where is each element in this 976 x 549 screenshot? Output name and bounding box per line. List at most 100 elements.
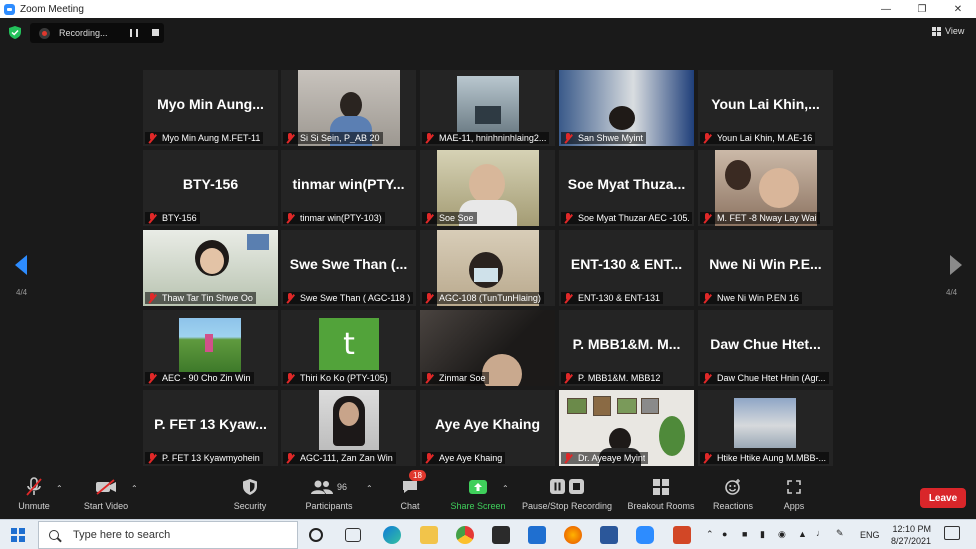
tray-app-icon[interactable]: ■ xyxy=(742,529,747,539)
chrome-browser-icon[interactable] xyxy=(456,526,474,544)
participant-caption: Thaw Tar Tin Shwe Oo xyxy=(145,292,256,304)
language-indicator[interactable]: ENG xyxy=(860,530,880,540)
chat-button[interactable]: 18 Chat xyxy=(397,470,426,511)
muted-mic-icon xyxy=(424,293,434,303)
muted-mic-icon xyxy=(563,373,573,383)
firefox-browser-icon[interactable] xyxy=(564,526,582,544)
security-shield-icon xyxy=(231,476,269,498)
zoom-logo-icon xyxy=(4,3,15,15)
muted-mic-icon xyxy=(147,133,157,143)
windows-start-icon[interactable] xyxy=(11,528,25,542)
word-icon[interactable] xyxy=(600,526,618,544)
apps-button[interactable]: Apps xyxy=(780,476,808,511)
participant-name-label: M. FET -8 Nway Lay Wai xyxy=(717,213,817,223)
taskbar-clock[interactable]: 12:10 PM 8/27/2021 xyxy=(883,523,931,547)
cortana-icon[interactable] xyxy=(309,528,323,542)
security-button[interactable]: Security xyxy=(231,476,269,511)
recording-status: Recording... xyxy=(59,28,108,38)
notifications-icon[interactable] xyxy=(944,526,960,540)
participant-tile[interactable]: Htike Htike Aung M.MBB-... xyxy=(698,390,833,466)
chat-label: Chat xyxy=(400,501,420,511)
microsoft-store-icon[interactable] xyxy=(492,526,510,544)
participant-tile[interactable]: Youn Lai Khin,... Youn Lai Khin, M.AE-16 xyxy=(698,70,833,146)
participants-options-chevron-icon[interactable]: ⌃ xyxy=(366,484,373,493)
unmute-button[interactable]: Unmute xyxy=(14,476,54,511)
participant-tile[interactable]: ENT-130 & ENT... ENT-130 & ENT-131 xyxy=(559,230,694,306)
participants-button[interactable]: 96 Participants xyxy=(302,476,356,511)
participant-avatar: t xyxy=(319,318,379,370)
participant-tile[interactable]: Zinmar Soe xyxy=(420,310,555,386)
restore-icon[interactable]: ❐ xyxy=(904,0,940,18)
tray-chevron-icon[interactable]: ⌃ xyxy=(706,529,714,540)
participant-tile[interactable]: Nwe Ni Win P.E... Nwe Ni Win P.EN 16 xyxy=(698,230,833,306)
start-video-button[interactable]: Start Video xyxy=(80,476,132,511)
view-button[interactable]: View xyxy=(932,26,964,36)
share-screen-button[interactable]: Share Screen xyxy=(450,476,506,511)
tray-app-icon[interactable]: ◉ xyxy=(778,529,786,540)
mail-icon[interactable] xyxy=(528,526,546,544)
zoom-taskbar-icon[interactable] xyxy=(636,526,654,544)
participant-tile[interactable]: Daw Chue Htet... Daw Chue Htet Hnin (Agr… xyxy=(698,310,833,386)
participant-caption: MAE-11, hninhninhlaing2... xyxy=(422,132,550,144)
edge-browser-icon[interactable] xyxy=(383,526,401,544)
leave-button[interactable]: Leave xyxy=(920,488,966,508)
participant-display-name: ENT-130 & ENT... xyxy=(570,256,683,272)
participant-tile[interactable]: Soe Myat Thuza... Soe Myat Thuzar AEC -1… xyxy=(559,150,694,226)
participant-tile[interactable]: AEC - 90 Cho Zin Win xyxy=(143,310,278,386)
participant-tile[interactable]: P. FET 13 Kyaw... P. FET 13 Kyawmyohein xyxy=(143,390,278,466)
participant-tile[interactable]: Thaw Tar Tin Shwe Oo xyxy=(143,230,278,306)
participant-tile[interactable]: M. FET -8 Nway Lay Wai xyxy=(698,150,833,226)
participant-tile[interactable]: Soe Soe xyxy=(420,150,555,226)
muted-microphone-icon xyxy=(14,476,54,498)
task-view-icon[interactable] xyxy=(345,528,361,542)
usb-icon[interactable]: ▲ xyxy=(798,529,807,539)
participant-caption: Swe Swe Than ( AGC-118 ) xyxy=(283,292,414,304)
volume-icon[interactable]: ♩ xyxy=(816,528,825,538)
audio-options-chevron-icon[interactable]: ⌃ xyxy=(56,484,63,493)
participant-tile[interactable]: MAE-11, hninhninhlaing2... xyxy=(420,70,555,146)
clock-time: 12:10 PM xyxy=(892,524,931,534)
battery-icon[interactable]: ▮ xyxy=(760,529,765,540)
encryption-shield-icon[interactable] xyxy=(9,26,21,39)
participant-tile[interactable]: AGC-108 (TunTunHlaing) xyxy=(420,230,555,306)
participant-tile[interactable]: AGC-111, Zan Zan Win xyxy=(281,390,416,466)
reactions-button[interactable]: Reactions xyxy=(711,476,755,511)
participant-tile[interactable]: t Thiri Ko Ko (PTY-105) xyxy=(281,310,416,386)
file-explorer-icon[interactable] xyxy=(420,526,438,544)
participant-name-label: ENT-130 & ENT-131 xyxy=(578,293,661,303)
pen-icon[interactable]: ✎ xyxy=(836,528,844,539)
pause-stop-recording-button[interactable]: Pause/Stop Recording xyxy=(521,476,613,511)
muted-mic-icon xyxy=(147,293,157,303)
participant-tile[interactable]: Dr. Ayeaye Myint xyxy=(559,390,694,466)
taskbar-search-box[interactable]: Type here to search xyxy=(38,521,298,549)
participant-caption: BTY-156 xyxy=(145,212,200,224)
participant-caption: Nwe Ni Win P.EN 16 xyxy=(700,292,802,304)
participant-tile[interactable]: P. MBB1&M. M... P. MBB1&M. MBB12 xyxy=(559,310,694,386)
tray-people-icon[interactable]: ● xyxy=(722,529,727,539)
powerpoint-icon[interactable] xyxy=(673,526,691,544)
participant-caption: Youn Lai Khin, M.AE-16 xyxy=(700,132,816,144)
participant-tile[interactable]: Myo Min Aung... Myo Min Aung M.FET-11 xyxy=(143,70,278,146)
participant-tile[interactable]: Si Si Sein, P_AB 20 xyxy=(281,70,416,146)
close-icon[interactable]: ✕ xyxy=(940,0,976,18)
share-options-chevron-icon[interactable]: ⌃ xyxy=(502,484,509,493)
pause-recording-icon[interactable] xyxy=(130,29,138,37)
participant-tile[interactable]: BTY-156 BTY-156 xyxy=(143,150,278,226)
participant-display-name: Soe Myat Thuza... xyxy=(567,176,686,192)
stop-recording-icon[interactable] xyxy=(152,29,159,36)
participant-name-label: Si Si Sein, P_AB 20 xyxy=(300,133,380,143)
participant-tile[interactable]: San Shwe Myint xyxy=(559,70,694,146)
minimize-icon[interactable]: — xyxy=(868,0,904,18)
participant-display-name: tinmar win(PTY... xyxy=(292,176,405,192)
participant-tile[interactable]: Aye Aye Khaing Aye Aye Khaing xyxy=(420,390,555,466)
video-options-chevron-icon[interactable]: ⌃ xyxy=(131,484,138,493)
participant-tile[interactable]: tinmar win(PTY... tinmar win(PTY-103) xyxy=(281,150,416,226)
breakout-rooms-button[interactable]: Breakout Rooms xyxy=(626,476,696,511)
participants-count: 96 xyxy=(336,482,347,492)
muted-mic-icon xyxy=(563,453,573,463)
next-page-arrow-icon[interactable] xyxy=(950,255,962,275)
previous-page-arrow-icon[interactable] xyxy=(15,255,27,275)
participant-tile[interactable]: Swe Swe Than (... Swe Swe Than ( AGC-118… xyxy=(281,230,416,306)
page-indicator-left: 4/4 xyxy=(16,288,28,297)
participant-name-label: Soe Soe xyxy=(439,213,474,223)
